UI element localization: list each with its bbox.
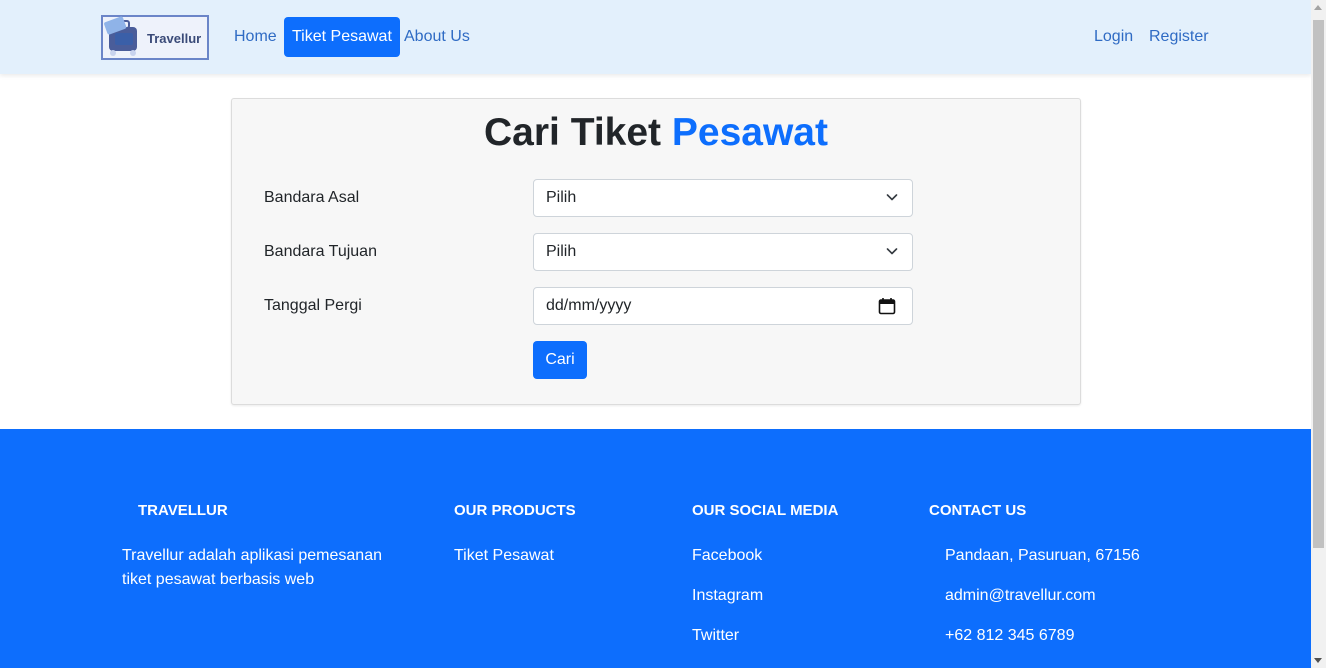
nav-tiket-pesawat[interactable]: Tiket Pesawat	[284, 17, 400, 57]
page-title: Cari Tiket Pesawat	[232, 111, 1080, 155]
logo-text: Travellur	[147, 31, 202, 46]
date-placeholder: dd/mm/yyyy	[546, 297, 632, 314]
footer-contact-email: admin@travellur.com	[945, 587, 1096, 604]
calendar-icon[interactable]	[878, 297, 896, 315]
navbar: Travellur Home Tiket Pesawat About Us Lo…	[0, 0, 1311, 74]
origin-label: Bandara Asal	[264, 189, 360, 206]
footer-contact-phone: +62 812 345 6789	[945, 627, 1075, 644]
brand-logo[interactable]: Travellur	[101, 15, 209, 60]
origin-select-value: Pilih	[546, 189, 577, 206]
vertical-scrollbar[interactable]	[1311, 0, 1326, 668]
scrollbar-thumb[interactable]	[1313, 20, 1324, 548]
date-label: Tanggal Pergi	[264, 297, 362, 314]
destination-select[interactable]: Pilih	[533, 233, 913, 271]
login-link[interactable]: Login	[1086, 17, 1141, 57]
search-button[interactable]: Cari	[533, 341, 587, 379]
title-accent: Pesawat	[671, 111, 828, 154]
page: Travellur Home Tiket Pesawat About Us Lo…	[0, 0, 1311, 668]
suitcase-logo-icon	[104, 16, 137, 56]
origin-select[interactable]: Pilih	[533, 179, 913, 217]
scroll-up-arrow-icon[interactable]	[1314, 5, 1322, 10]
footer-link-twitter[interactable]: Twitter	[692, 627, 739, 645]
footer-contact-heading: CONTACT US	[929, 502, 1027, 519]
footer-link-facebook[interactable]: Facebook	[692, 547, 762, 565]
search-card: Cari Tiket Pesawat Bandara Asal Pilih Ba…	[231, 98, 1081, 405]
footer: TRAVELLUR Travellur adalah aplikasi peme…	[0, 429, 1311, 668]
footer-link-tiket-pesawat[interactable]: Tiket Pesawat	[454, 547, 554, 565]
date-input[interactable]: dd/mm/yyyy	[533, 287, 913, 325]
footer-contact-address: Pandaan, Pasuruan, 67156	[945, 547, 1140, 564]
scroll-down-arrow-icon[interactable]	[1314, 658, 1322, 663]
register-link[interactable]: Register	[1141, 17, 1217, 57]
chevron-down-icon	[886, 248, 898, 255]
footer-products-heading: OUR PRODUCTS	[454, 502, 576, 519]
destination-label: Bandara Tujuan	[264, 243, 377, 260]
nav-about-us[interactable]: About Us	[396, 17, 478, 57]
footer-link-instagram[interactable]: Instagram	[692, 587, 763, 605]
footer-brand-desc-line1: Travellur adalah aplikasi pemesanan	[122, 547, 382, 564]
footer-brand-desc-line2: tiket pesawat berbasis web	[122, 571, 315, 588]
footer-brand-heading: TRAVELLUR	[138, 502, 228, 519]
chevron-down-icon	[886, 194, 898, 201]
destination-select-value: Pilih	[546, 243, 577, 260]
nav-home[interactable]: Home	[226, 17, 285, 57]
footer-social-heading: OUR SOCIAL MEDIA	[692, 502, 839, 519]
title-main: Cari Tiket	[484, 111, 662, 154]
